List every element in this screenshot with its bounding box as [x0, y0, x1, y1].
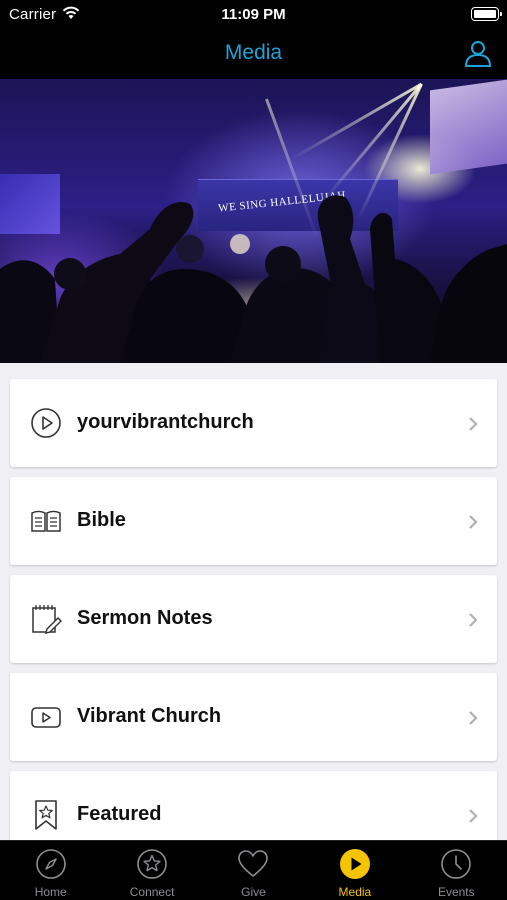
- open-book-icon: [31, 510, 61, 532]
- play-circle-filled-icon: [339, 849, 370, 879]
- tab-connect[interactable]: Connect: [101, 841, 202, 900]
- list-item-label: Bible: [77, 509, 126, 531]
- heart-icon: [238, 850, 269, 877]
- hero-image: WE SING HALLELUJAH: [0, 79, 507, 363]
- profile-icon[interactable]: [463, 38, 493, 68]
- list-item-yourvibrantchurch[interactable]: yourvibrantchurch: [10, 379, 497, 467]
- play-circle-icon: [31, 408, 61, 438]
- chevron-right-icon: [469, 417, 478, 431]
- video-play-icon: [31, 707, 61, 728]
- list-item-label: Sermon Notes: [77, 607, 213, 629]
- tab-label: Media: [338, 885, 372, 899]
- tab-label: Give: [241, 885, 266, 899]
- tab-give[interactable]: Give: [203, 841, 304, 900]
- status-bar: Carrier 11:09 PM: [0, 0, 507, 28]
- tab-label: Home: [34, 885, 67, 899]
- star-circle-icon: [137, 849, 167, 879]
- tab-home[interactable]: Home: [0, 841, 101, 900]
- tab-label: Events: [437, 885, 475, 899]
- tab-media[interactable]: Media: [304, 841, 405, 900]
- bookmark-star-icon: [35, 800, 57, 830]
- chevron-right-icon: [469, 809, 478, 823]
- battery-icon: [471, 7, 502, 21]
- chevron-right-icon: [469, 515, 478, 529]
- list-item-sermon-notes[interactable]: Sermon Notes: [10, 575, 497, 663]
- list-item-bible[interactable]: Bible: [10, 477, 497, 565]
- list-item-label: Featured: [77, 803, 162, 825]
- navigation-bar: Media: [0, 28, 507, 79]
- notepad-pencil-icon: [32, 605, 62, 634]
- chevron-right-icon: [469, 711, 478, 725]
- tab-label: Connect: [129, 885, 175, 899]
- list-item-vibrant-church[interactable]: Vibrant Church: [10, 673, 497, 761]
- crowd-silhouette: [0, 195, 507, 363]
- page-title: Media: [224, 41, 283, 64]
- clock: 11:09 PM: [221, 6, 286, 23]
- list-item-label: Vibrant Church: [77, 705, 222, 727]
- chevron-right-icon: [469, 613, 478, 627]
- tab-events[interactable]: Events: [406, 841, 507, 900]
- compass-icon: [35, 849, 66, 879]
- clock-icon: [441, 849, 472, 879]
- list-item-label: yourvibrantchurch: [77, 411, 254, 433]
- tab-bar: Home Connect Give Media Events: [0, 840, 507, 900]
